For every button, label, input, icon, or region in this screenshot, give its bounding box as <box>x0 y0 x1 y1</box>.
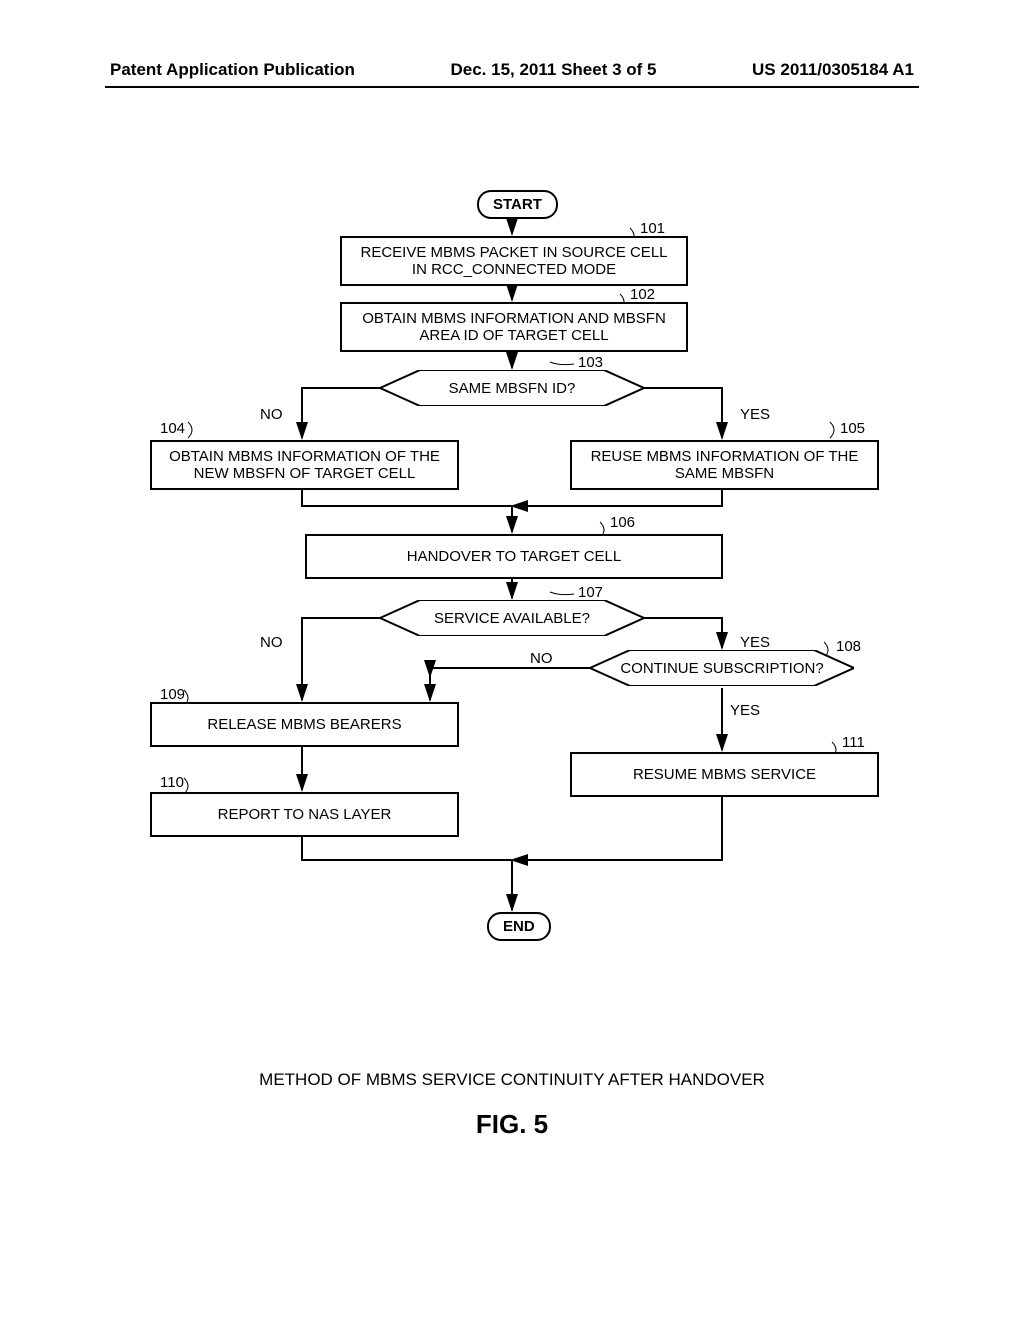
decision-108: CONTINUE SUBSCRIPTION? <box>590 650 854 686</box>
figure-number: FIG. 5 <box>0 1109 1024 1140</box>
ref-107: 107 <box>578 584 603 601</box>
header: Patent Application Publication Dec. 15, … <box>0 60 1024 80</box>
ref-101: 101 <box>640 220 665 237</box>
flowchart: START 101 RECEIVE MBMS PACKET IN SOURCE … <box>130 190 894 1020</box>
step-109: RELEASE MBMS BEARERS <box>150 702 459 747</box>
ref-106: 106 <box>610 514 635 531</box>
label-no-108: NO <box>530 650 553 667</box>
step-111: RESUME MBMS SERVICE <box>570 752 879 797</box>
label-yes-107: YES <box>740 634 770 651</box>
step-106: HANDOVER TO TARGET CELL <box>305 534 723 579</box>
label-no-103: NO <box>260 406 283 423</box>
label-no-107: NO <box>260 634 283 651</box>
step-105: REUSE MBMS INFORMATION OF THE SAME MBSFN <box>570 440 879 490</box>
start-terminal: START <box>477 190 558 219</box>
header-left: Patent Application Publication <box>110 60 355 80</box>
figure-caption: METHOD OF MBMS SERVICE CONTINUITY AFTER … <box>0 1070 1024 1090</box>
ref-110: 110 <box>160 774 184 791</box>
ref-105: 105 <box>840 420 865 437</box>
header-rule <box>105 86 919 88</box>
decision-107: SERVICE AVAILABLE? <box>380 600 644 636</box>
ref-111: 111 <box>842 734 865 751</box>
label-yes-103: YES <box>740 406 770 423</box>
step-104: OBTAIN MBMS INFORMATION OF THE NEW MBSFN… <box>150 440 459 490</box>
decision-103: SAME MBSFN ID? <box>380 370 644 406</box>
ref-102: 102 <box>630 286 655 303</box>
end-terminal: END <box>487 912 551 941</box>
ref-103: 103 <box>578 354 603 371</box>
step-110: REPORT TO NAS LAYER <box>150 792 459 837</box>
step-101: RECEIVE MBMS PACKET IN SOURCE CELL IN RC… <box>340 236 688 286</box>
header-right: US 2011/0305184 A1 <box>752 60 914 80</box>
label-yes-108: YES <box>730 702 760 719</box>
step-102: OBTAIN MBMS INFORMATION AND MBSFN AREA I… <box>340 302 688 352</box>
ref-109: 109 <box>160 686 185 703</box>
header-center: Dec. 15, 2011 Sheet 3 of 5 <box>450 60 656 80</box>
ref-104: 104 <box>160 420 185 437</box>
page: Patent Application Publication Dec. 15, … <box>0 0 1024 1320</box>
